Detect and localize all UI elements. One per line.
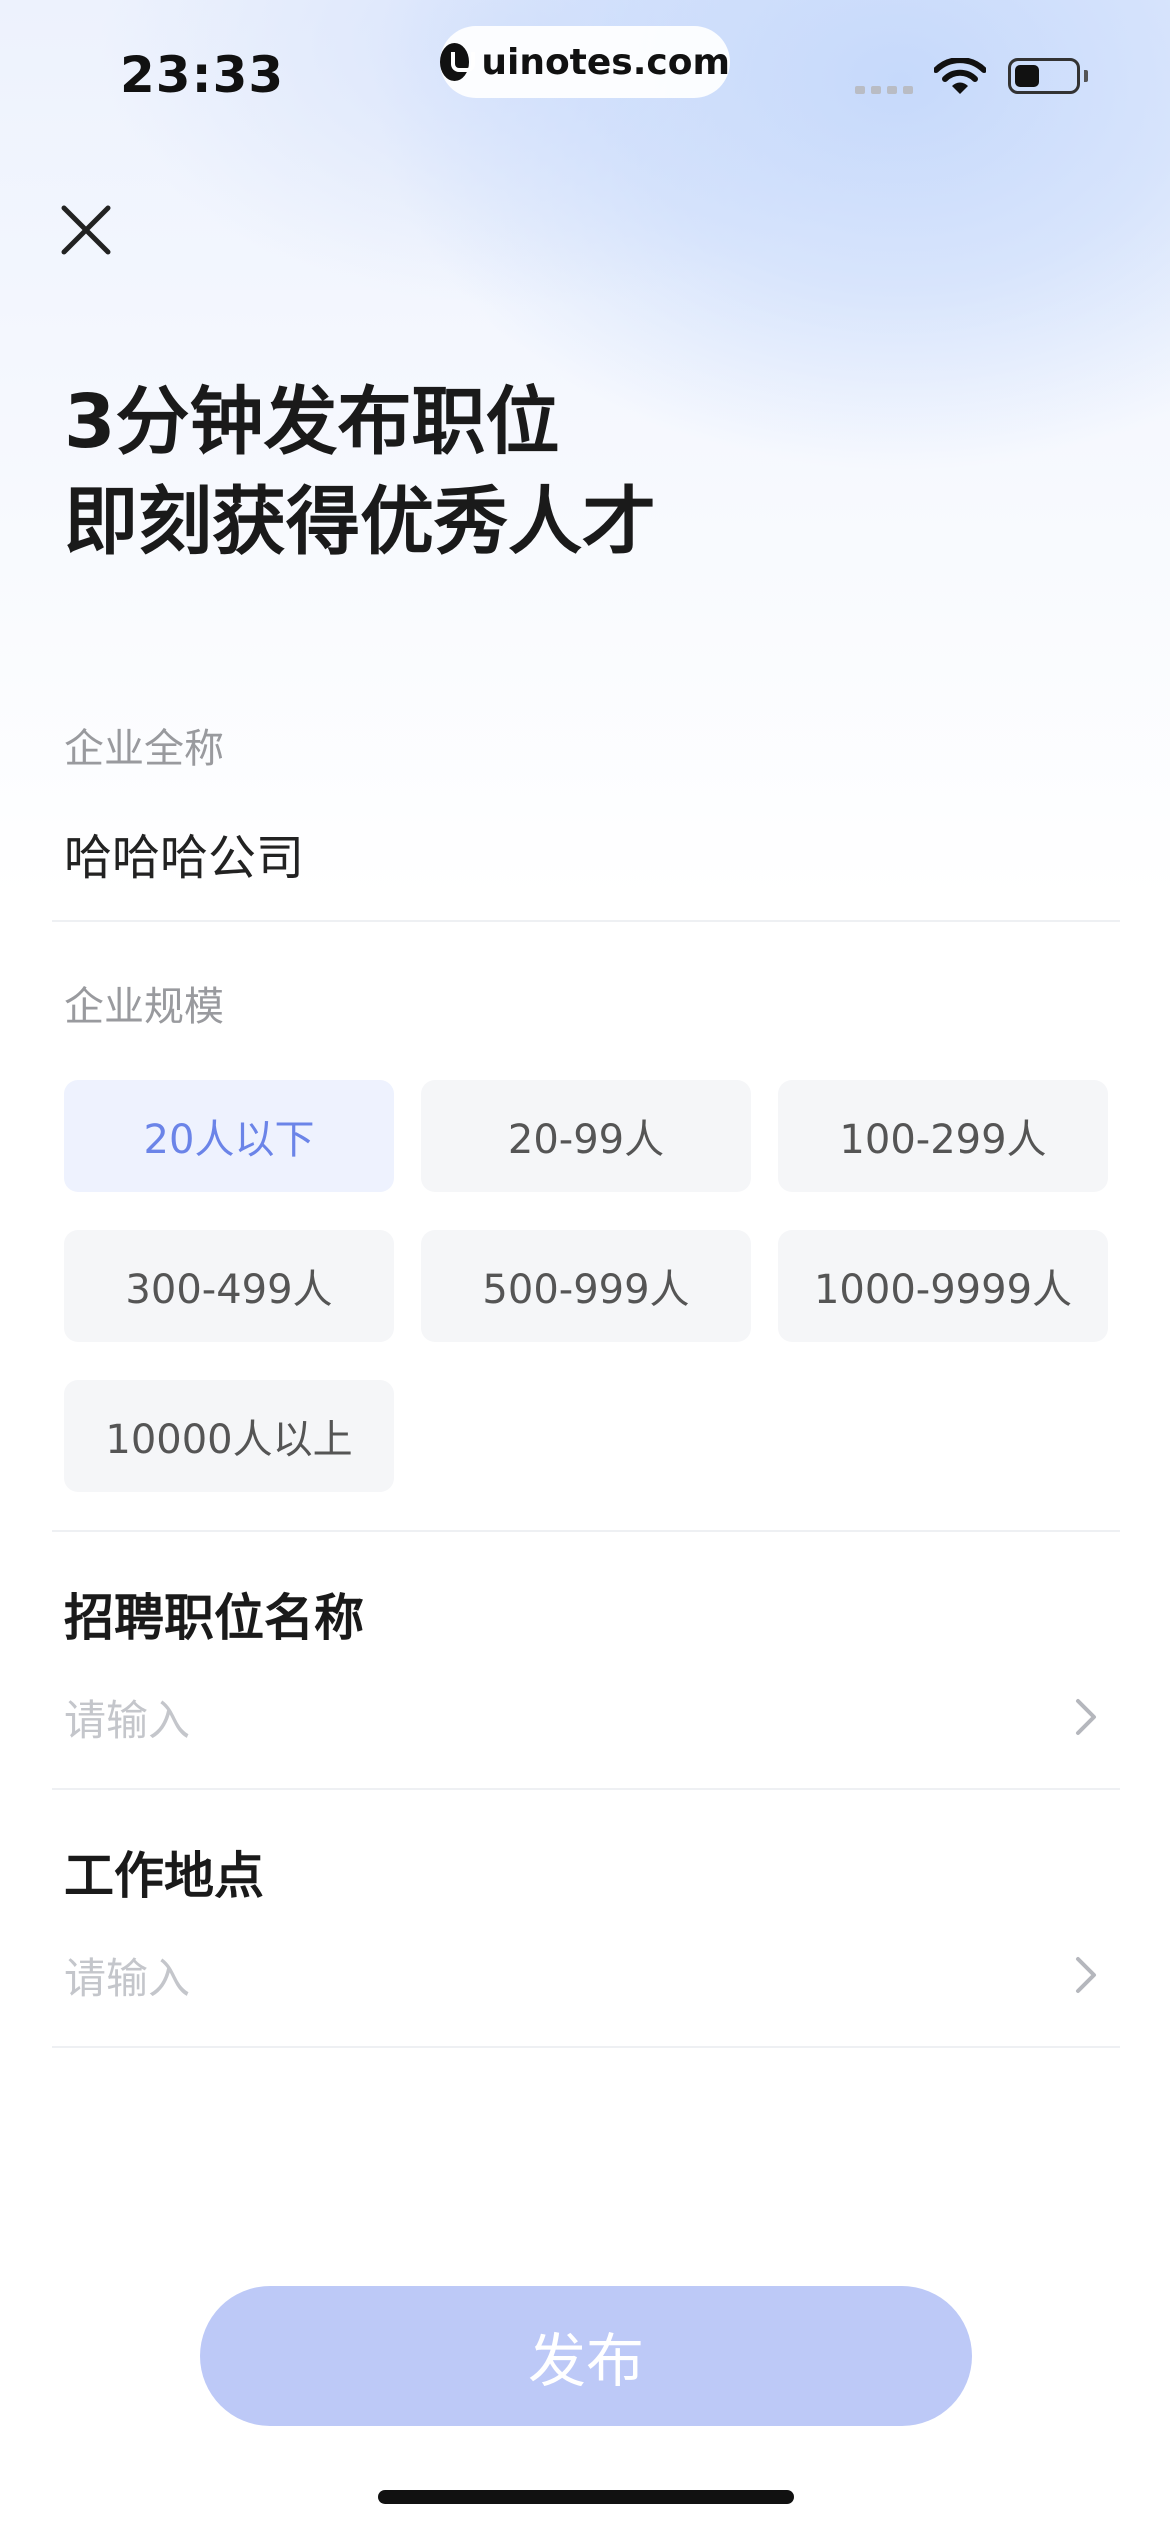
publish-button[interactable]: 发布	[200, 2286, 972, 2426]
divider	[52, 1788, 1120, 1790]
size-option-under-20[interactable]: 20人以下	[64, 1080, 394, 1192]
company-name-value[interactable]: 哈哈哈公司	[64, 818, 304, 888]
work-location-input[interactable]: 请输入	[64, 1940, 1104, 2010]
job-title-placeholder: 请输入	[64, 1695, 191, 1745]
size-option-1000-9999[interactable]: 1000-9999人	[778, 1230, 1108, 1342]
url-text: uinotes.com	[481, 41, 730, 83]
job-title-label: 招聘职位名称	[64, 1589, 364, 1647]
site-logo-icon	[440, 43, 476, 81]
divider	[52, 2046, 1120, 2048]
divider	[52, 1530, 1120, 1532]
divider	[52, 920, 1120, 922]
close-icon[interactable]	[56, 200, 116, 260]
page-title-line-1: 3分钟发布职位	[64, 379, 560, 465]
size-option-300-499[interactable]: 300-499人	[64, 1230, 394, 1342]
status-bar: 23:33 uinotes.com	[0, 0, 1170, 150]
company-size-label: 企业规模	[64, 984, 224, 1030]
page-title-line-2: 即刻获得优秀人才	[64, 479, 656, 565]
size-option-100-299[interactable]: 100-299人	[778, 1080, 1108, 1192]
cellular-signal-icon	[855, 86, 913, 94]
battery-icon	[1008, 58, 1080, 94]
company-name-label: 企业全称	[64, 726, 224, 772]
job-title-input[interactable]: 请输入	[64, 1682, 1104, 1752]
chevron-right-icon	[1076, 1699, 1096, 1735]
chevron-right-icon	[1076, 1957, 1096, 1993]
status-time: 23:33	[120, 46, 285, 104]
page-title: 3分钟发布职位 即刻获得优秀人才	[64, 372, 656, 572]
size-option-10000-plus[interactable]: 10000人以上	[64, 1380, 394, 1492]
url-pill[interactable]: uinotes.com	[440, 26, 730, 98]
home-indicator[interactable]	[378, 2490, 794, 2504]
wifi-icon	[934, 58, 986, 94]
size-option-20-99[interactable]: 20-99人	[421, 1080, 751, 1192]
size-option-500-999[interactable]: 500-999人	[421, 1230, 751, 1342]
battery-tip	[1084, 70, 1088, 82]
work-location-label: 工作地点	[64, 1847, 264, 1905]
work-location-placeholder: 请输入	[64, 1953, 191, 2003]
